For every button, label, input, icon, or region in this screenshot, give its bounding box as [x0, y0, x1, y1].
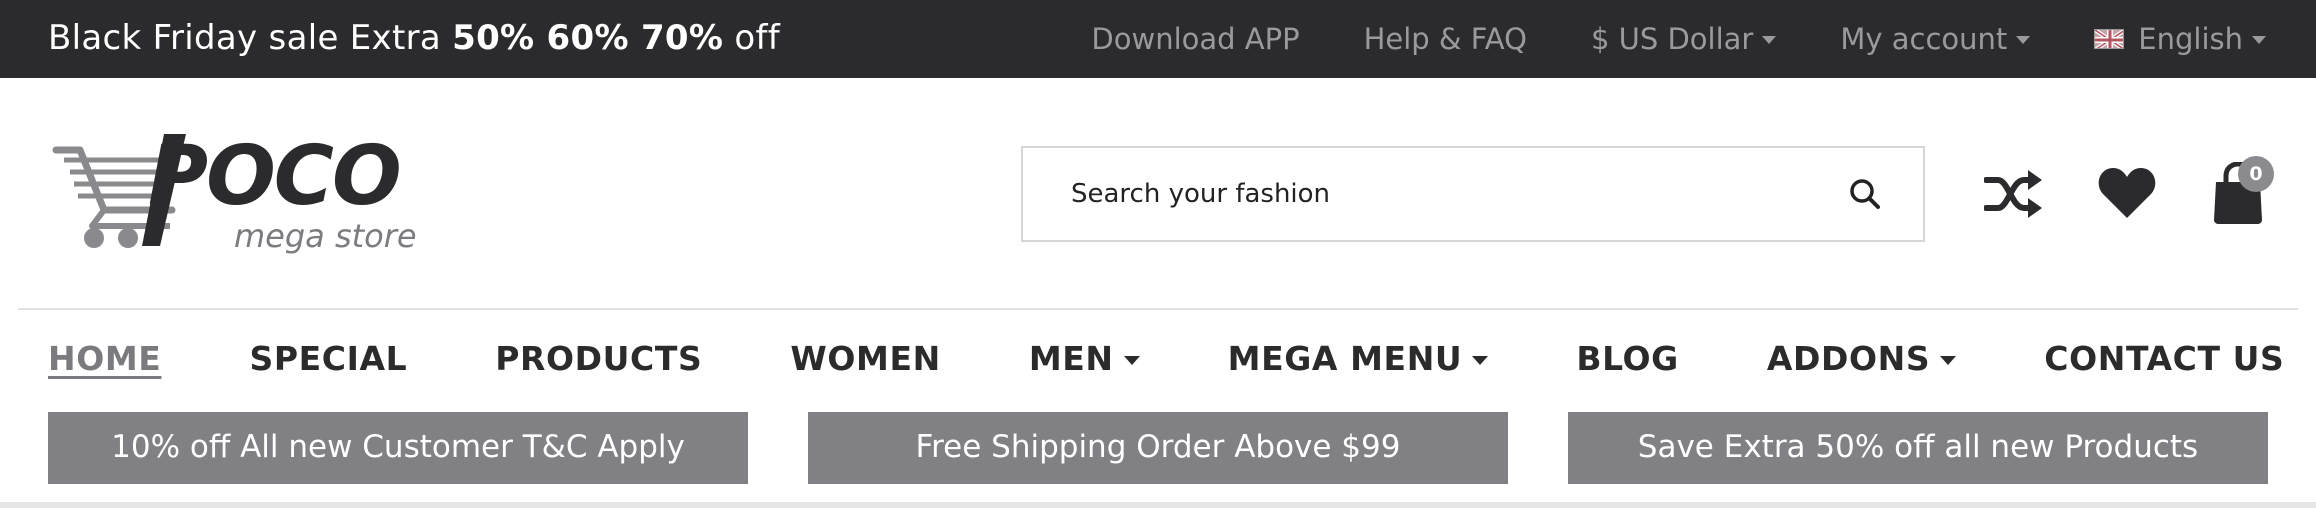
heart-icon: [2098, 168, 2156, 218]
promo-suffix: off: [723, 18, 781, 58]
logo-brand: POCO: [148, 129, 402, 224]
currency-label: $ US Dollar: [1590, 22, 1754, 56]
nav-item-men[interactable]: MEN: [1029, 339, 1140, 378]
nav-item-addons-label: ADDONS: [1766, 338, 1931, 378]
chevron-down-icon: [2252, 36, 2266, 44]
promo-banner-free-shipping[interactable]: Free Shipping Order Above $99: [808, 412, 1508, 484]
top-bar: Black Friday sale Extra 50% 60% 70% off …: [0, 0, 2316, 78]
compare-button[interactable]: [1983, 168, 2044, 220]
shuffle-icon: [1983, 170, 2042, 218]
wishlist-button[interactable]: [2098, 166, 2156, 220]
download-app-link[interactable]: Download APP: [1091, 22, 1299, 56]
header-divider: [18, 308, 2298, 310]
nav-item-special[interactable]: SPECIAL: [249, 339, 407, 378]
nav-item-women[interactable]: WOMEN: [790, 339, 940, 378]
chevron-down-icon: [1123, 355, 1140, 365]
chevron-down-icon: [1472, 355, 1489, 365]
search-input[interactable]: [1071, 148, 1831, 240]
promo-banner-extra-off[interactable]: Save Extra 50% off all new Products: [1568, 412, 2268, 484]
nav-item-men-label: MEN: [1028, 338, 1114, 378]
promo-text: Black Friday sale Extra 50% 60% 70% off: [48, 0, 780, 78]
my-account-dropdown[interactable]: My account: [1840, 22, 2031, 56]
search-button[interactable]: [1847, 176, 1883, 212]
chevron-down-icon: [1940, 355, 1957, 365]
promo-prefix: Black Friday sale Extra: [48, 18, 453, 58]
currency-dropdown[interactable]: $ US Dollar: [1590, 22, 1777, 56]
cart-count-badge: 0: [2238, 156, 2274, 192]
search-icon: [1850, 179, 1880, 209]
my-account-label: My account: [1840, 22, 2008, 56]
top-links: Download APP Help & FAQ $ US Dollar My a…: [1091, 0, 2266, 78]
nav-item-addons[interactable]: ADDONS: [1766, 338, 1957, 378]
site-logo[interactable]: POCO mega store: [52, 132, 432, 260]
uk-flag-icon: [2094, 29, 2125, 49]
content-edge: [0, 502, 2316, 508]
nav-item-contact[interactable]: CONTACT US: [2044, 339, 2284, 378]
nav-item-products[interactable]: PRODUCTS: [495, 339, 702, 378]
nav-item-mega-menu-label: MEGA MENU: [1227, 338, 1463, 378]
promo-banners: 10% off All new Customer T&C Apply Free …: [48, 412, 2268, 484]
chevron-down-icon: [1762, 36, 1777, 44]
logo-tagline: mega store: [234, 217, 417, 255]
promo-banner-new-customer[interactable]: 10% off All new Customer T&C Apply: [48, 412, 748, 484]
main-nav: HOME SPECIAL PRODUCTS WOMEN MEN MEGA MEN…: [48, 330, 2316, 386]
chevron-down-icon: [2016, 36, 2031, 44]
help-faq-link[interactable]: Help & FAQ: [1364, 22, 1527, 56]
language-label: English: [2138, 22, 2243, 56]
nav-item-home[interactable]: HOME: [48, 339, 161, 378]
promo-highlight: 50% 60% 70%: [452, 18, 724, 58]
language-dropdown[interactable]: English: [2094, 22, 2266, 56]
nav-item-blog[interactable]: BLOG: [1576, 339, 1679, 378]
search-box: [1021, 146, 1925, 242]
nav-item-mega-menu[interactable]: MEGA MENU: [1228, 339, 1489, 378]
